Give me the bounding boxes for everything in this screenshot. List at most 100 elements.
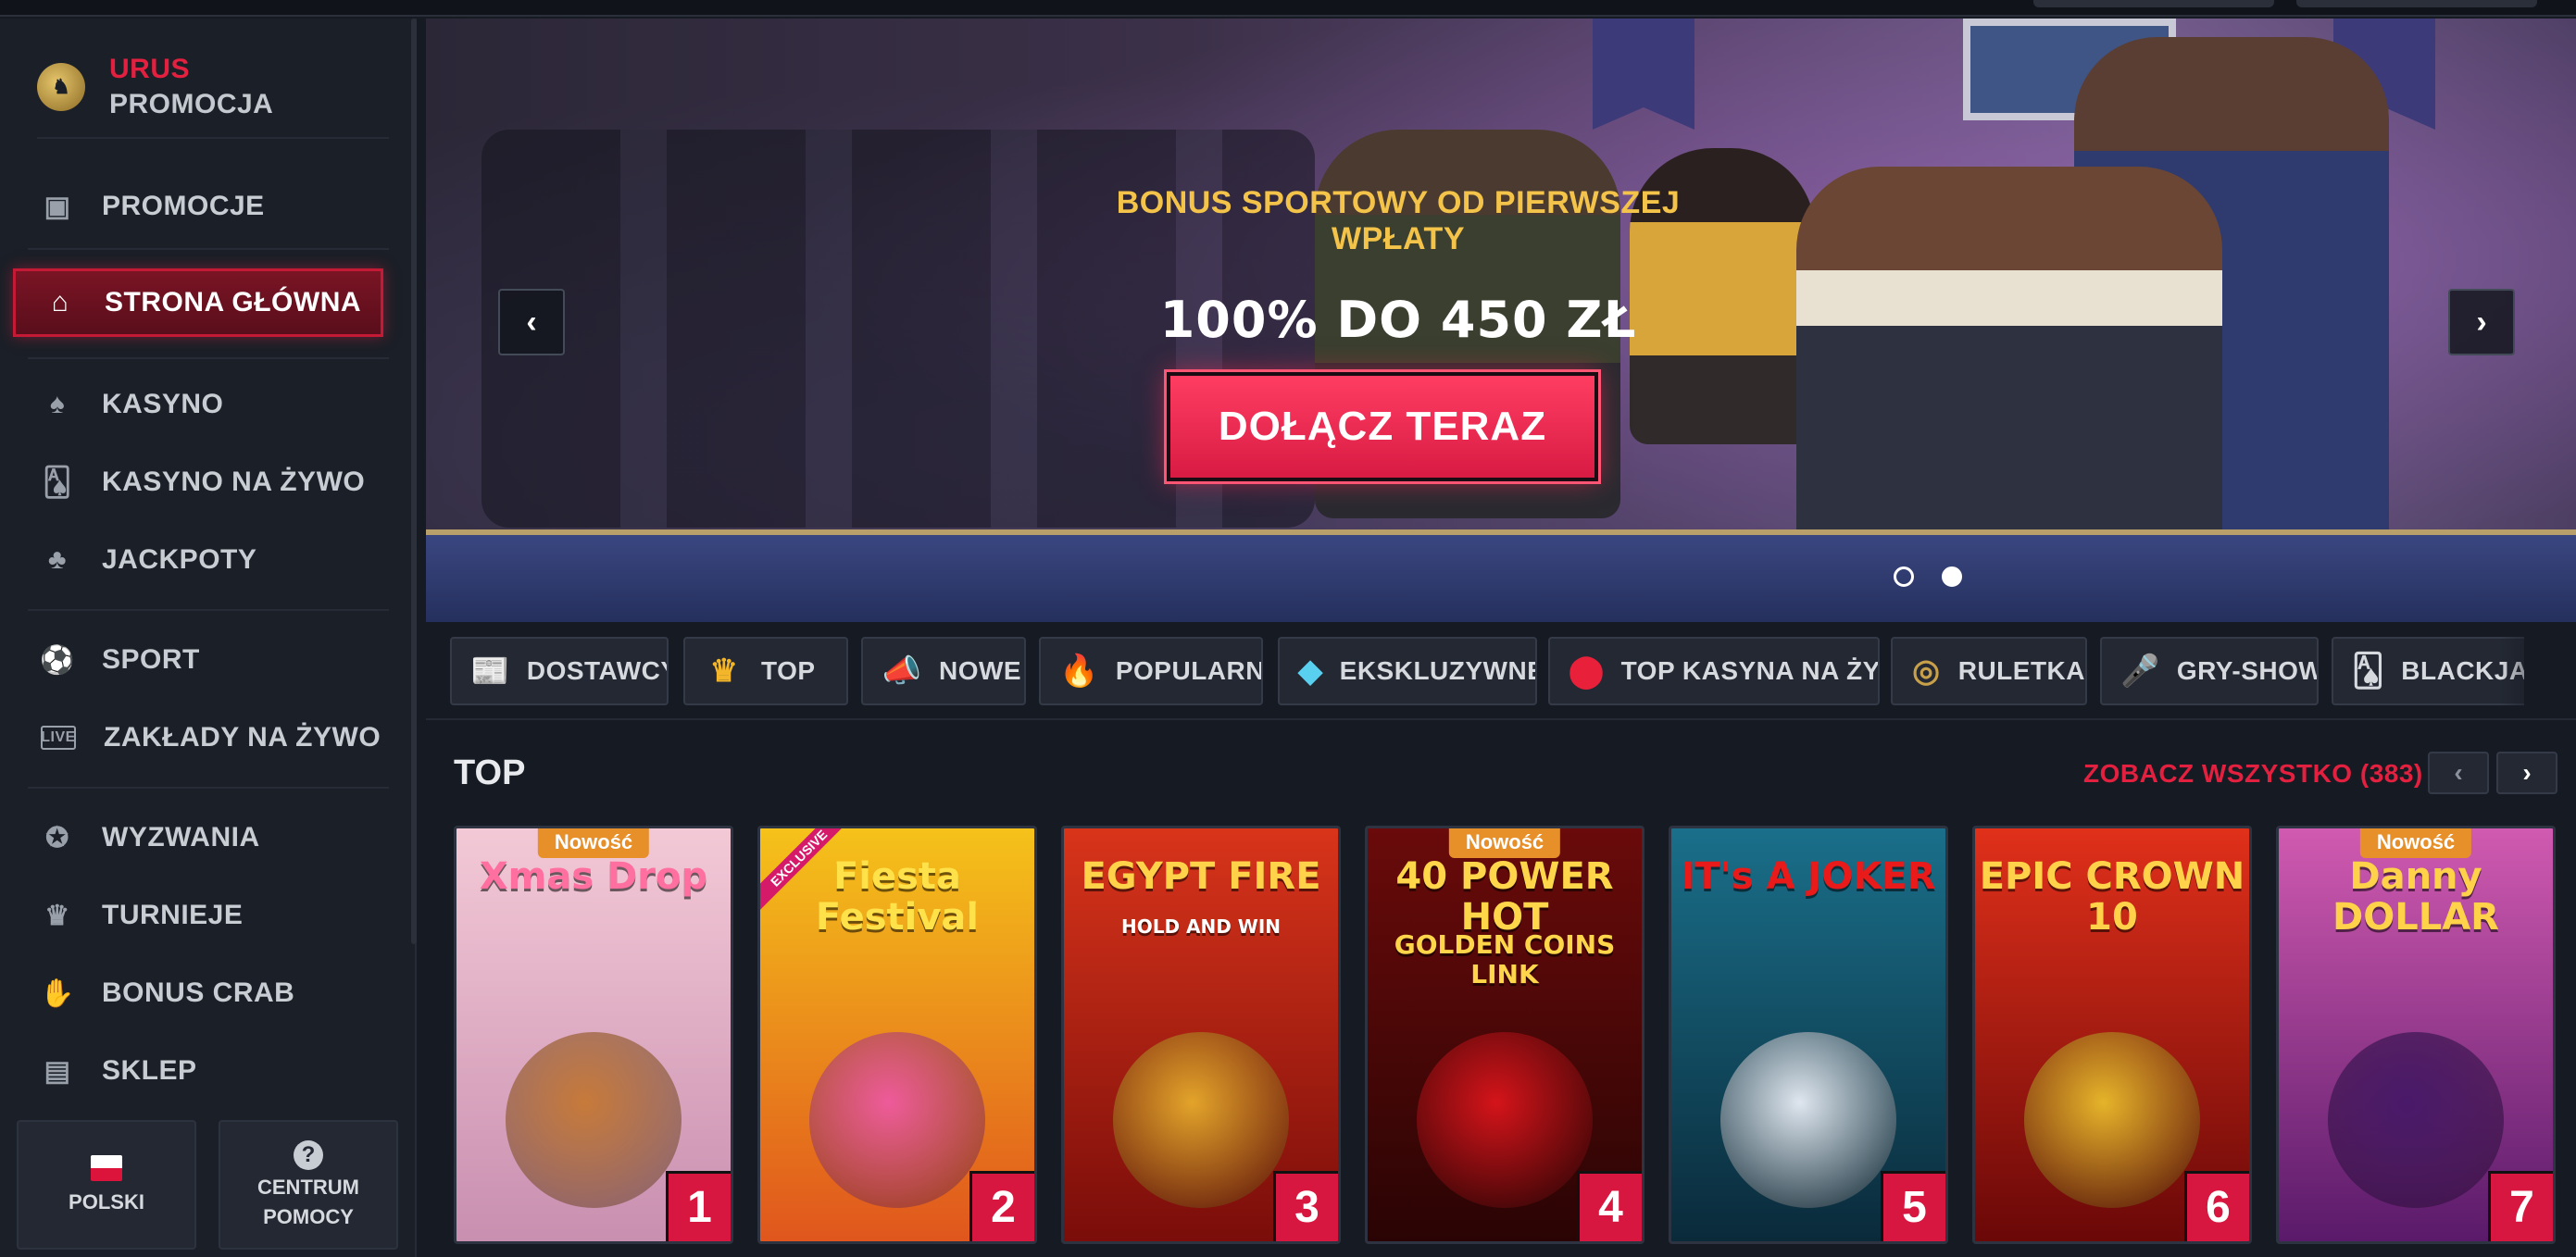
slide-dot[interactable] xyxy=(1894,566,1914,587)
language-selector[interactable]: POLSKI xyxy=(17,1120,196,1250)
game-card[interactable]: Danny DOLLAR Nowość 7 xyxy=(2276,826,2556,1244)
hero-pagination xyxy=(1894,566,1962,587)
spade-icon: ♠ xyxy=(49,389,66,419)
help-label-line1: CENTRUM xyxy=(257,1176,359,1199)
sidebar-item-promocje[interactable]: ▣ PROMOCJE xyxy=(13,172,383,241)
divider xyxy=(28,787,389,789)
new-badge: Nowość xyxy=(537,828,650,858)
sidebar-item-kasyno-na-zywo[interactable]: 🂡 KASYNO NA ŻYWO xyxy=(13,448,383,516)
help-center-button[interactable]: ? CENTRUM POMOCY xyxy=(219,1120,398,1250)
sidebar-item-label: PROMOCJE xyxy=(102,191,265,221)
rank-badge: 6 xyxy=(2184,1171,2249,1241)
question-icon: ? xyxy=(294,1140,323,1170)
hero-banner[interactable]: BONUS SPORTOWY OD PIERWSZEJ WPŁATY 100% … xyxy=(426,19,2576,622)
hero-pennant xyxy=(1593,19,1694,130)
newspaper-icon: 📰 xyxy=(470,653,510,689)
sidebar-item-wyzwania[interactable]: ✪ WYZWANIA xyxy=(13,803,383,872)
category-label: TOP xyxy=(761,656,816,685)
brand-title: URUS xyxy=(109,54,191,84)
category-top[interactable]: ♛ TOP xyxy=(683,637,848,705)
join-now-button[interactable]: DOŁĄCZ TERAZ xyxy=(1164,369,1601,484)
hero-kicker: BONUS SPORTOWY OD PIERWSZEJ WPŁATY xyxy=(1116,185,1681,256)
diamond-icon: ◆ xyxy=(1298,653,1323,689)
section-next-button[interactable]: › xyxy=(2496,752,2557,794)
gear-badge-icon: ✪ xyxy=(45,822,69,853)
category-label: RULETKA xyxy=(1957,656,2085,685)
game-artwork xyxy=(2024,1032,2200,1208)
sidebar-item-kasyno[interactable]: ♠ KASYNO xyxy=(13,370,383,439)
category-strip: 📰 DOSTAWCY ♛ TOP 📣 NOWE 🔥 POPULARNE ◆ EK… xyxy=(450,637,2524,705)
category-ruletka[interactable]: ◎ RULETKA xyxy=(1891,637,2087,705)
home-icon: ⌂ xyxy=(51,287,69,317)
slide-dot-active[interactable] xyxy=(1942,566,1962,587)
hero-next-button[interactable]: › xyxy=(2448,289,2515,355)
category-gry-show[interactable]: 🎤 GRY-SHOW xyxy=(2100,637,2319,705)
category-nowe[interactable]: 📣 NOWE xyxy=(861,637,1026,705)
category-label: TOP KASYNA NA ŻYWO xyxy=(1620,656,1880,685)
category-ekskluzywne[interactable]: ◆ EKSKLUZYWNE xyxy=(1278,637,1537,705)
sidebar-item-sklep[interactable]: ▤ SKLEP xyxy=(13,1037,383,1105)
chip-icon: ⬤ xyxy=(1569,653,1605,689)
language-label: POLSKI xyxy=(69,1190,144,1213)
game-title: EGYPT FIRE xyxy=(1081,855,1321,898)
gift-icon: ▣ xyxy=(44,191,71,222)
game-title: 40 POWER HOT xyxy=(1395,855,1614,939)
sidebar-item-sport[interactable]: ⚽ SPORT xyxy=(13,626,383,694)
category-blackjack[interactable]: 🂡 BLACKJACK xyxy=(2332,637,2524,705)
sidebar-item-label: KASYNO NA ŻYWO xyxy=(102,467,366,497)
game-card[interactable]: EGYPT FIRE HOLD AND WIN 3 xyxy=(1061,826,1341,1244)
game-card[interactable]: 40 POWER HOT GOLDEN COINS LINK Nowość 4 xyxy=(1365,826,1644,1244)
roulette-icon: ◎ xyxy=(1912,653,1941,689)
divider xyxy=(426,718,2576,720)
hero-railing xyxy=(426,529,2576,622)
game-artwork xyxy=(1720,1032,1896,1208)
category-dostawcy[interactable]: 📰 DOSTAWCY xyxy=(450,637,669,705)
rank-badge: 3 xyxy=(1273,1171,1338,1241)
game-artwork xyxy=(1113,1032,1289,1208)
microphone-icon: 🎤 xyxy=(2120,653,2160,689)
bull-logo-icon: ♞ xyxy=(37,63,85,111)
cards-icon: 🂡 xyxy=(43,467,72,498)
sidebar-item-bonus-crab[interactable]: ✋ BONUS CRAB xyxy=(13,959,383,1027)
category-label: DOSTAWCY xyxy=(526,656,669,685)
cards-icon: 🂡 xyxy=(2352,653,2385,689)
see-all-link[interactable]: ZOBACZ WSZYSTKO (383) xyxy=(2083,759,2423,789)
brand-promo[interactable]: ♞ URUS PROMOCJA xyxy=(37,37,389,139)
section-prev-button[interactable]: ‹ xyxy=(2428,752,2489,794)
section-title: TOP xyxy=(454,753,526,792)
chevron-right-icon: › xyxy=(2522,758,2532,787)
game-artwork xyxy=(809,1032,985,1208)
category-popularne[interactable]: 🔥 POPULARNE xyxy=(1039,637,1263,705)
game-carousel: Xmas Drop Nowość 1 Fiesta Festival EXCLU… xyxy=(454,826,2576,1257)
game-card[interactable]: EPIC CROWN 10 6 xyxy=(1972,826,2252,1244)
category-label: EKSKLUZYWNE xyxy=(1339,656,1537,685)
category-label: POPULARNE xyxy=(1115,656,1263,685)
category-label: NOWE xyxy=(939,656,1022,685)
game-card[interactable]: Xmas Drop Nowość 1 xyxy=(454,826,733,1244)
game-title: EPIC CROWN 10 xyxy=(1979,855,2245,939)
top-bar-control[interactable] xyxy=(2296,0,2537,7)
top-bar-control[interactable] xyxy=(2033,0,2274,7)
hero-title: 100% DO 450 ZŁ xyxy=(1159,291,1637,349)
sidebar-item-label: JACKPOTY xyxy=(102,544,257,575)
megaphone-icon: 📣 xyxy=(882,653,922,689)
sidebar-item-jackpoty[interactable]: ♣ JACKPOTY xyxy=(13,526,383,594)
fire-icon: 🔥 xyxy=(1059,653,1099,689)
game-card[interactable]: Fiesta Festival EXCLUSIVE 2 xyxy=(757,826,1037,1244)
game-artwork xyxy=(1417,1032,1593,1208)
clover-icon: ♣ xyxy=(47,544,68,575)
chevron-right-icon: › xyxy=(2476,304,2487,340)
category-top-kasyna-na-zywo[interactable]: ⬤ TOP KASYNA NA ŻYWO xyxy=(1548,637,1880,705)
sidebar-item-turnieje[interactable]: ♛ TURNIEJE xyxy=(13,881,383,950)
game-title: Danny DOLLAR xyxy=(2332,855,2499,939)
poland-flag-icon xyxy=(91,1155,122,1181)
sidebar-scrollbar[interactable] xyxy=(411,19,417,944)
rank-badge: 4 xyxy=(1577,1171,1642,1241)
game-card[interactable]: IT's A JOKER 5 xyxy=(1669,826,1948,1244)
sidebar-item-label: WYZWANIA xyxy=(102,822,260,853)
sidebar-item-strona-glowna[interactable]: ⌂ STRONA GŁÓWNA xyxy=(13,268,383,337)
hero-prev-button[interactable]: ‹ xyxy=(498,289,565,355)
sidebar-item-zaklady-na-zywo[interactable]: LIVE ZAKŁADY NA ŻYWO xyxy=(13,703,383,772)
category-fade xyxy=(2500,637,2576,705)
sidebar-item-label: SPORT xyxy=(102,644,200,675)
